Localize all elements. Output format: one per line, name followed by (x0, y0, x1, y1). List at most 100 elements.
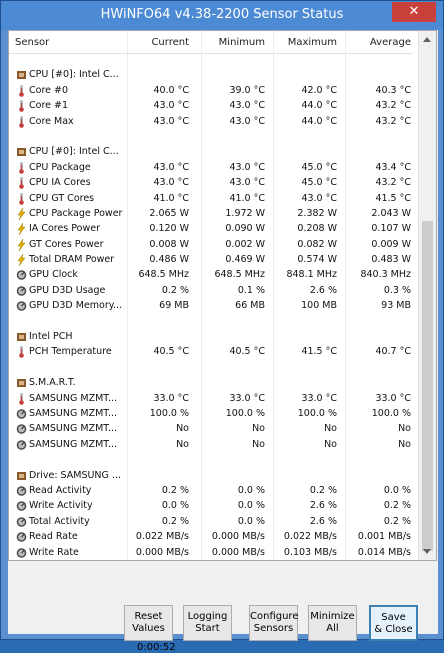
thermometer-icon (16, 192, 27, 205)
scrollbar-thumb[interactable] (422, 221, 433, 551)
sensor-group-row[interactable]: Drive: SAMSUNG ... (9, 469, 413, 484)
scroll-up-icon[interactable] (423, 37, 431, 42)
blank-row (9, 130, 413, 145)
sensor-label: Read Rate (29, 531, 78, 543)
current-value: No (176, 423, 189, 435)
title-bar[interactable]: HWiNFO64 v4.38-2200 Sensor Status ✕ (1, 1, 443, 30)
sensor-row[interactable]: Total DRAM Power 0.486 W 0.469 W 0.574 W 0.4… (9, 253, 413, 268)
column-maximum[interactable]: Maximum (288, 37, 337, 48)
sensor-row[interactable]: SAMSUNG MZMT... 100.0 % 100.0 % 100.0 % 100.… (9, 407, 413, 422)
average-value: 43.2 °C (375, 177, 411, 189)
reset-values-button[interactable]: Reset Values (124, 605, 173, 641)
column-minimum[interactable]: Minimum (219, 37, 265, 48)
blank-row (9, 453, 413, 468)
average-value: No (398, 423, 411, 435)
sensor-row[interactable]: IA Cores Power 0.120 W 0.090 W 0.208 W 0.107… (9, 222, 413, 237)
sensor-label: CPU Package Power (29, 207, 123, 219)
minimum-value: 40.5 °C (229, 346, 265, 358)
lightning-icon (16, 207, 27, 221)
sensor-row[interactable]: Core #1 43.0 °C 43.0 °C 44.0 °C 43.2 °C (9, 99, 413, 114)
column-average[interactable]: Average (370, 37, 411, 48)
sensor-row[interactable]: PCH Temperature 40.5 °C 40.5 °C 41.5 °C 40.7… (9, 345, 413, 360)
sensor-row[interactable]: Write Activity 0.0 % 0.0 % 2.6 % 0.2 % (9, 499, 413, 514)
minimum-value: 0.0 % (237, 515, 265, 527)
average-value: 93 MB (381, 300, 411, 312)
minimum-value: 0.000 MB/s (211, 546, 265, 558)
save-close-button[interactable]: Save & Close (369, 605, 418, 641)
gauge-icon (16, 300, 27, 312)
sensor-label: CPU GT Cores (29, 192, 95, 204)
maximum-value: 100 MB (301, 300, 337, 312)
thermometer-icon (16, 346, 27, 359)
maximum-value: 2.6 % (309, 500, 337, 512)
sensor-label: GPU Clock (29, 269, 78, 281)
sensor-row[interactable]: CPU GT Cores 41.0 °C 41.0 °C 43.0 °C 41.5 °C (9, 192, 413, 207)
current-value: 0.2 % (161, 284, 189, 296)
sensor-label: CPU Package (29, 161, 91, 173)
gauge-icon (16, 285, 27, 297)
maximum-value: 33.0 °C (301, 392, 337, 404)
average-value: 2.043 W (371, 207, 411, 219)
button-label: Reset (134, 611, 163, 622)
gauge-icon (16, 423, 27, 435)
average-value: 0.3 % (383, 284, 411, 296)
current-value: 0.2 % (161, 515, 189, 527)
sensor-row[interactable]: SAMSUNG MZMT... No No No No (9, 422, 413, 437)
sensor-row[interactable]: Core #0 40.0 °C 39.0 °C 42.0 °C 40.3 °C (9, 84, 413, 99)
configure-sensors-button[interactable]: Configure Sensors (249, 605, 298, 641)
sensor-row[interactable]: GPU D3D Memory... 69 MB 66 MB 100 MB 93 MB (9, 299, 413, 314)
sensor-table[interactable]: Sensor Current Minimum Maximum Average C… (8, 30, 437, 561)
maximum-value: 0.2 % (309, 484, 337, 496)
average-value: No (398, 438, 411, 450)
sensor-label: Total Activity (29, 515, 90, 527)
maximum-value: 45.0 °C (301, 177, 337, 189)
button-label: Configure (250, 611, 299, 622)
sensor-label: CPU [#0]: Intel C... (29, 69, 119, 81)
sensor-group-row[interactable]: Intel PCH (9, 330, 413, 345)
sensor-label: Intel PCH (29, 331, 73, 343)
logging-start-button[interactable]: Logging Start (183, 605, 232, 641)
sensor-group-row[interactable]: CPU [#0]: Intel C... (9, 145, 413, 160)
sensor-row[interactable]: GPU D3D Usage 0.2 % 0.1 % 2.6 % 0.3 % (9, 284, 413, 299)
sensor-label: Core #0 (29, 84, 69, 96)
vertical-scrollbar[interactable] (418, 31, 436, 560)
column-sensor[interactable]: Sensor (15, 37, 49, 48)
minimum-value: 43.0 °C (229, 115, 265, 127)
chip-icon (16, 377, 27, 389)
close-button[interactable]: ✕ (392, 2, 436, 22)
maximum-value: 0.082 W (297, 238, 337, 250)
sensor-group-row[interactable]: CPU [#0]: Intel C... (9, 68, 413, 83)
sensor-group-row[interactable]: S.M.A.R.T. (9, 376, 413, 391)
sensor-row[interactable]: GT Cores Power 0.008 W 0.002 W 0.082 W 0.009… (9, 238, 413, 253)
sensor-row[interactable]: CPU Package 43.0 °C 43.0 °C 45.0 °C 43.4 °C (9, 161, 413, 176)
average-value: 33.0 °C (375, 392, 411, 404)
sensor-row[interactable]: GPU Clock 648.5 MHz 648.5 MHz 848.1 MHz 840.… (9, 268, 413, 283)
sensor-row[interactable]: Read Activity 0.2 % 0.0 % 0.2 % 0.0 % (9, 484, 413, 499)
sensor-row[interactable]: CPU Package Power 2.065 W 1.972 W 2.382 W 2.… (9, 207, 413, 222)
button-label: Start (195, 623, 220, 634)
minimize-all-button[interactable]: Minimize All (308, 605, 357, 641)
maximum-value: 44.0 °C (301, 100, 337, 112)
column-current[interactable]: Current (151, 37, 189, 48)
minimum-value: 0.0 % (237, 484, 265, 496)
minimum-value: 39.0 °C (229, 84, 265, 96)
sensor-row[interactable]: Total Activity 0.2 % 0.0 % 2.6 % 0.2 % (9, 515, 413, 530)
maximum-value: 44.0 °C (301, 115, 337, 127)
current-value: 40.0 °C (153, 84, 189, 96)
sensor-row[interactable]: SAMSUNG MZMT... No No No No (9, 438, 413, 453)
sensor-row[interactable]: CPU IA Cores 43.0 °C 43.0 °C 45.0 °C 43.2 °C (9, 176, 413, 191)
sensor-row[interactable]: Core Max 43.0 °C 43.0 °C 44.0 °C 43.2 °C (9, 115, 413, 130)
sensor-row[interactable]: Read Rate 0.022 MB/s 0.000 MB/s 0.022 MB/s 0… (9, 530, 413, 545)
current-value: 41.0 °C (153, 192, 189, 204)
current-value: 0.486 W (149, 254, 189, 266)
scroll-down-icon[interactable] (423, 549, 431, 554)
sensor-row[interactable]: SAMSUNG MZMT... 33.0 °C 33.0 °C 33.0 °C 33.0… (9, 392, 413, 407)
minimum-value: 43.0 °C (229, 100, 265, 112)
thermometer-icon (16, 177, 27, 189)
button-label: All (326, 623, 339, 634)
table-header: Sensor Current Minimum Maximum Average (9, 31, 413, 54)
gauge-icon (16, 485, 27, 497)
sensor-row[interactable]: Write Rate 0.000 MB/s 0.000 MB/s 0.103 MB/s… (9, 546, 413, 561)
sensor-label: SAMSUNG MZMT... (29, 423, 118, 435)
sensor-label: SAMSUNG MZMT... (29, 407, 118, 419)
